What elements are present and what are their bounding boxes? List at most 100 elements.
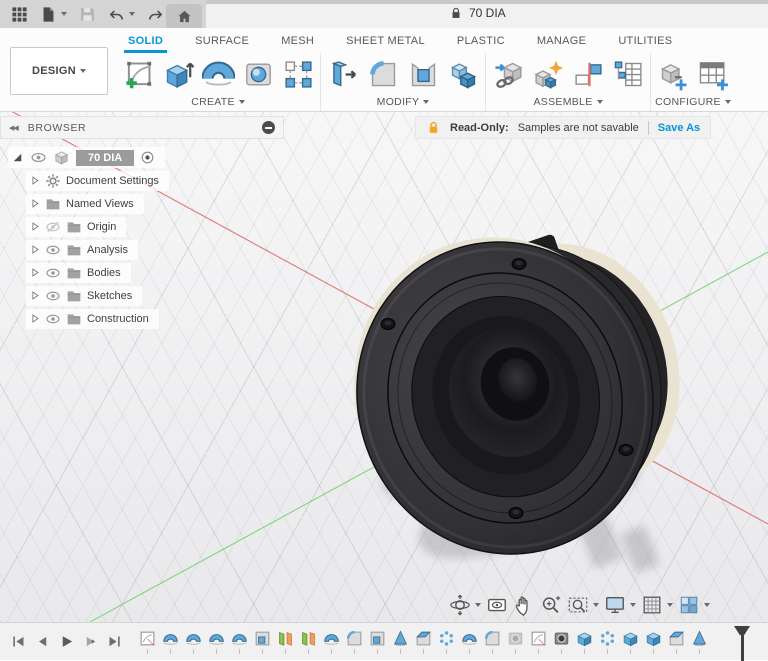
ribbon-button[interactable]: [158, 54, 198, 94]
timeline-feature[interactable]: [459, 629, 479, 654]
nav-tool-button[interactable]: [602, 594, 638, 616]
visibility-eye-icon[interactable]: [45, 242, 61, 258]
expand-triangle-icon[interactable]: [29, 313, 40, 324]
timeline-feature[interactable]: [344, 629, 364, 654]
timeline-feature[interactable]: [551, 629, 571, 654]
home-view-button[interactable]: [166, 4, 202, 28]
ribbon-button[interactable]: [323, 54, 363, 94]
workspace-tab[interactable]: UTILITIES: [602, 28, 688, 53]
ribbon-button[interactable]: [403, 54, 443, 94]
expand-triangle-icon[interactable]: [29, 290, 40, 301]
expand-triangle-icon[interactable]: [29, 267, 40, 278]
timeline-feature[interactable]: [183, 629, 203, 654]
tree-row[interactable]: Document Settings: [26, 169, 284, 192]
ribbon-button[interactable]: [198, 54, 238, 94]
ribbon-button[interactable]: [528, 54, 568, 94]
workspace-tab[interactable]: MANAGE: [521, 28, 602, 53]
browser-header[interactable]: ◀◀ BROWSER: [0, 116, 284, 139]
activate-component-radio[interactable]: [140, 150, 155, 165]
timeline-feature[interactable]: [528, 629, 548, 654]
timeline-feature[interactable]: [574, 629, 594, 654]
timeline-feature[interactable]: [413, 629, 433, 654]
timeline-feature[interactable]: [275, 629, 295, 654]
timeline-feature[interactable]: [620, 629, 640, 654]
timeline-feature[interactable]: [229, 629, 249, 654]
ribbon-button[interactable]: [488, 54, 528, 94]
timeline-feature[interactable]: [643, 629, 663, 654]
nav-tool-button[interactable]: [676, 594, 712, 616]
tree-row[interactable]: Bodies: [26, 261, 284, 284]
playback-button[interactable]: [106, 633, 123, 650]
workspace-tab[interactable]: PLASTIC: [441, 28, 521, 53]
expand-triangle-icon[interactable]: [29, 175, 40, 186]
playback-button[interactable]: [10, 633, 27, 650]
workspace-tab[interactable]: SOLID: [112, 28, 179, 53]
timeline-feature[interactable]: [298, 629, 318, 654]
visibility-eye-icon[interactable]: [30, 149, 47, 166]
timeline-feature[interactable]: [252, 629, 272, 654]
playback-button[interactable]: [58, 633, 75, 650]
toolbar-button[interactable]: [37, 2, 70, 26]
workspace-switcher[interactable]: DESIGN: [10, 47, 108, 95]
visibility-eye-icon[interactable]: [45, 265, 61, 281]
toolbar-button[interactable]: [76, 2, 99, 26]
nav-tool-button[interactable]: [447, 594, 483, 616]
timeline-feature[interactable]: [482, 629, 502, 654]
timeline-feature[interactable]: [160, 629, 180, 654]
timeline-feature[interactable]: [666, 629, 686, 654]
expand-triangle-icon[interactable]: [29, 198, 40, 209]
timeline-feature[interactable]: [367, 629, 387, 654]
tree-row[interactable]: Named Views: [26, 192, 284, 215]
timeline-feature[interactable]: [137, 629, 157, 654]
workspace-tab[interactable]: SURFACE: [179, 28, 265, 53]
timeline-feature[interactable]: [206, 629, 226, 654]
root-component-name[interactable]: 70 DIA: [76, 149, 135, 166]
timeline-feature[interactable]: [505, 629, 525, 654]
tree-row[interactable]: Construction: [26, 307, 284, 330]
ribbon-button[interactable]: [608, 54, 648, 94]
ribbon-group-label[interactable]: CREATE: [191, 96, 245, 108]
expand-triangle-icon[interactable]: [29, 221, 40, 232]
nav-tool-button[interactable]: [538, 594, 564, 616]
toolbar-button[interactable]: [105, 2, 138, 26]
ribbon-group-label[interactable]: ASSEMBLE: [533, 96, 603, 108]
ribbon-button[interactable]: [653, 54, 693, 94]
tree-row[interactable]: Analysis: [26, 238, 284, 261]
expand-triangle-icon[interactable]: [29, 244, 40, 255]
expanded-triangle-icon[interactable]: [11, 151, 24, 164]
tree-row[interactable]: Sketches: [26, 284, 284, 307]
timeline-feature[interactable]: [689, 629, 709, 654]
nav-tool-button[interactable]: [639, 594, 675, 616]
workspace-tab[interactable]: MESH: [265, 28, 330, 53]
collapse-panel-icon[interactable]: ◀◀: [9, 124, 19, 132]
ribbon-button[interactable]: [363, 54, 403, 94]
ribbon-button[interactable]: [443, 54, 483, 94]
timeline-feature[interactable]: [597, 629, 617, 654]
ribbon-button[interactable]: [278, 54, 318, 94]
nav-tool-button[interactable]: [511, 594, 537, 616]
visibility-eye-icon[interactable]: [45, 311, 61, 327]
ribbon-button[interactable]: [693, 54, 733, 94]
panel-options-button[interactable]: [262, 121, 275, 134]
nav-tool-button[interactable]: [565, 594, 601, 616]
timeline-feature[interactable]: [321, 629, 341, 654]
ribbon-group-label[interactable]: MODIFY: [377, 96, 430, 108]
tree-row[interactable]: Origin: [26, 215, 284, 238]
visibility-eye-icon[interactable]: [45, 219, 61, 235]
playback-button[interactable]: [82, 633, 99, 650]
timeline-feature[interactable]: [390, 629, 410, 654]
toolbar-button[interactable]: [8, 2, 31, 26]
timeline-position-marker[interactable]: [734, 626, 750, 661]
tree-root-row[interactable]: 70 DIA: [0, 146, 284, 169]
ribbon-group-label[interactable]: CONFIGURE: [655, 96, 731, 108]
visibility-eye-icon[interactable]: [45, 288, 61, 304]
workspace-tab[interactable]: SHEET METAL: [330, 28, 441, 53]
save-as-button[interactable]: Save As: [658, 122, 700, 134]
timeline-feature[interactable]: [436, 629, 456, 654]
document-tab[interactable]: 70 DIA: [449, 0, 506, 26]
playback-button[interactable]: [34, 633, 51, 650]
ribbon-button[interactable]: [238, 54, 278, 94]
ribbon-button[interactable]: [118, 54, 158, 94]
ribbon-button[interactable]: [568, 54, 608, 94]
nav-tool-button[interactable]: [484, 594, 510, 616]
